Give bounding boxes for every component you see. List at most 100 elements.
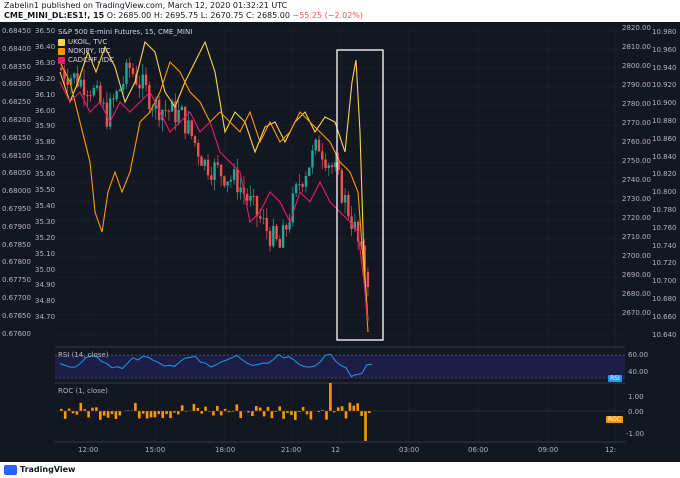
legend-title: S&P 500 E-mini Futures, 15, CME_MINI — [58, 28, 193, 36]
candle-body — [239, 187, 242, 193]
left-inner-axis-tick: 34.70 — [35, 313, 56, 322]
left-inner-axis-tick: 35.60 — [35, 170, 56, 179]
roc-bar — [60, 408, 63, 411]
right-price-axis-tick: 2710.00 — [622, 233, 651, 241]
right-outer-axis-tick: 10.900 — [652, 99, 677, 108]
right-outer-axis-tick: 10.680 — [652, 295, 677, 303]
roc-bar — [364, 411, 367, 441]
candle-body — [177, 110, 180, 123]
rsi-badge: RSI — [608, 375, 622, 382]
left-inner-axis-tick: 34.80 — [35, 297, 56, 306]
candle-body — [298, 184, 301, 186]
right-outer-axis-tick: 10.720 — [652, 259, 677, 268]
roc-bar — [141, 411, 145, 414]
candle-body — [262, 218, 265, 220]
left-outer-axis-tick: 0.67750 — [2, 276, 31, 285]
candle-body — [304, 175, 308, 187]
time-axis-tick: 06:00 — [468, 446, 489, 454]
left-inner-axis-tick: 35.20 — [35, 233, 56, 242]
candle-body — [144, 74, 148, 86]
left-inner-axis-tick: 35.90 — [35, 122, 56, 131]
candle-body — [112, 98, 115, 100]
roc-bar — [340, 406, 344, 411]
candle-body — [252, 196, 255, 198]
right-outer-axis-tick: 10.820 — [652, 170, 677, 179]
candle-body — [301, 184, 304, 187]
candle-body — [216, 162, 220, 165]
tradingview-logo-icon — [4, 465, 17, 475]
candle-body — [275, 225, 278, 240]
candle-body — [294, 184, 298, 194]
candle-body — [343, 195, 347, 203]
roc-bar — [262, 411, 266, 417]
legend-item-cadchf[interactable]: CADCHF, IDC — [58, 56, 114, 64]
roc-bar — [177, 411, 180, 415]
candle-body — [223, 176, 226, 186]
candle-body — [281, 225, 285, 248]
publisher-line: Zabelin1 published on TradingView.com, M… — [4, 1, 288, 10]
candle-body — [125, 62, 128, 84]
left-outer-axis-tick: 0.68150 — [2, 133, 31, 142]
ohlc-low: L: 2670.75 — [200, 11, 244, 20]
left-outer-axis-tick: 0.67600 — [2, 329, 31, 338]
roc-bar — [75, 411, 79, 415]
right-outer-axis-tick: 10.840 — [652, 152, 677, 161]
roc-bar — [79, 402, 83, 411]
legend-item-nokjpy[interactable]: NOKJPY, IDC — [58, 47, 111, 55]
roc-badge: ROC — [606, 416, 624, 423]
time-axis-tick: 12:00 — [78, 446, 99, 454]
right-price-axis-tick: 2750.00 — [622, 157, 651, 165]
roc-bar — [258, 407, 262, 411]
roc-bar — [192, 403, 196, 411]
candle-body — [193, 136, 197, 143]
roc-bar — [99, 411, 102, 420]
left-outer-axis-tick: 0.68400 — [2, 44, 31, 53]
roc-bar — [204, 406, 207, 411]
candle-body — [249, 196, 252, 201]
brand-label[interactable]: TradingView — [20, 465, 75, 474]
left-inner-axis-tick: 36.20 — [35, 74, 56, 83]
left-inner-axis-tick: 35.30 — [35, 217, 56, 226]
left-inner-axis-tick: 36.00 — [35, 106, 56, 115]
right-outer-axis-tick: 10.740 — [652, 241, 677, 250]
roc-bar — [266, 406, 270, 411]
ohlc-close: C: 2685.00 — [246, 11, 290, 20]
right-outer-axis-tick: 10.940 — [652, 63, 677, 72]
roc-bar — [91, 407, 94, 411]
right-outer-axis-tick: 10.660 — [652, 312, 677, 321]
roc-bar — [102, 411, 106, 416]
left-inner-axis-tick: 35.80 — [35, 138, 56, 147]
roc-bar — [352, 405, 356, 411]
left-outer-axis-tick: 0.67650 — [2, 311, 31, 320]
candle-body — [89, 95, 92, 97]
candle-body — [148, 85, 151, 110]
rsi-tick-40: 40.00 — [628, 368, 649, 376]
candle-body — [366, 271, 370, 288]
legend-item-ukoil[interactable]: UKOIL, TVC — [58, 38, 107, 46]
candle-body — [102, 102, 105, 104]
right-price-axis-tick: 2770.00 — [622, 119, 651, 127]
candle-body — [86, 95, 89, 97]
chart-canvas[interactable] — [0, 22, 680, 462]
candle-body — [340, 170, 344, 203]
roc-bar — [95, 407, 98, 411]
candle-body — [206, 159, 210, 176]
roc-bar — [200, 411, 203, 414]
roc-bar — [325, 411, 328, 420]
right-outer-axis-tick: 10.880 — [652, 117, 677, 125]
time-axis-tick: 12: — [605, 446, 617, 454]
time-axis-tick: 15:00 — [145, 446, 166, 454]
left-outer-axis-tick: 0.67950 — [2, 205, 31, 213]
roc-bar — [138, 411, 141, 419]
roc-tick-1: 1.00 — [628, 393, 644, 401]
right-price-axis-tick: 2800.00 — [622, 62, 651, 70]
roc-bar — [305, 411, 309, 415]
candle-body — [99, 85, 102, 103]
symbol-name[interactable]: CME_MINI_DL:ES1!, 15 — [4, 11, 104, 20]
right-outer-axis-tick: 10.780 — [652, 206, 677, 214]
candle-body — [79, 79, 82, 87]
left-inner-axis-tick: 36.10 — [35, 90, 56, 99]
candle-body — [213, 162, 216, 180]
left-outer-axis-tick: 0.68050 — [2, 169, 31, 178]
candle-body — [187, 120, 190, 134]
